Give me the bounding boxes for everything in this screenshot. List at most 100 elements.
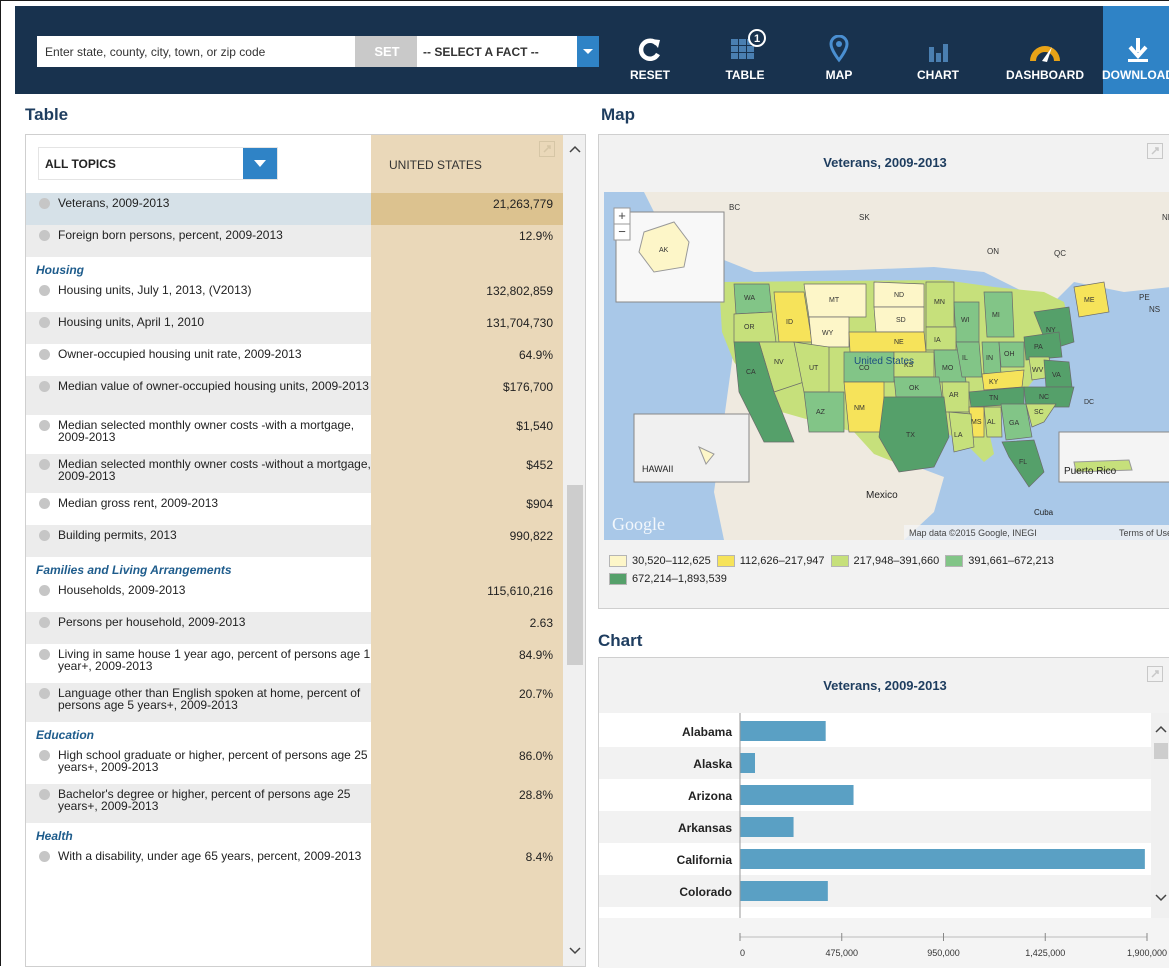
scrollbar-thumb[interactable] xyxy=(567,485,583,665)
info-icon[interactable] xyxy=(39,420,50,431)
info-icon[interactable] xyxy=(39,349,50,360)
map-label-nc: NC xyxy=(1039,394,1049,401)
table-row[interactable]: High school graduate or higher, percent … xyxy=(26,745,563,784)
table-row[interactable]: Veterans, 2009-2013 21,263,779 xyxy=(26,193,563,225)
table-row[interactable]: Median selected monthly owner costs -wit… xyxy=(26,415,563,454)
bar[interactable] xyxy=(740,849,1145,869)
terms-of-use-link[interactable]: Terms of Use xyxy=(1119,528,1169,538)
table-row[interactable]: Owner-occupied housing unit rate, 2009-2… xyxy=(26,344,563,376)
download-label: DOWNLOAD xyxy=(1102,68,1169,82)
choropleth-map[interactable]: WA MT ND MN OR ID SD WI MI WY NE IA NY M… xyxy=(604,192,1169,540)
info-icon[interactable] xyxy=(39,585,50,596)
chart-scrollbar-thumb[interactable] xyxy=(1154,743,1168,759)
info-icon[interactable] xyxy=(39,789,50,800)
expand-icon[interactable] xyxy=(1147,143,1163,159)
expand-icon[interactable] xyxy=(539,141,555,157)
row-value: 20.7% xyxy=(518,687,553,701)
set-button[interactable]: SET xyxy=(355,36,419,67)
fact-select-value: -- SELECT A FACT -- xyxy=(417,36,577,67)
map-label-ca: CA xyxy=(746,369,756,376)
info-icon[interactable] xyxy=(39,617,50,628)
group-heading: Housing xyxy=(36,263,84,277)
fact-select[interactable]: -- SELECT A FACT -- xyxy=(417,36,599,67)
row-value: 2.63 xyxy=(529,616,553,630)
chevron-down-icon[interactable] xyxy=(577,36,599,67)
map-label-ns: NS xyxy=(1149,305,1160,314)
expand-icon[interactable] xyxy=(1147,666,1163,682)
row-label-cell: Housing units, April 1, 2010 xyxy=(26,312,371,344)
info-icon[interactable] xyxy=(39,317,50,328)
scroll-up-icon[interactable] xyxy=(569,145,581,153)
chart-button[interactable]: CHART xyxy=(898,6,978,94)
table-button[interactable]: 1 TABLE xyxy=(705,6,785,94)
info-icon[interactable] xyxy=(39,649,50,660)
zoom-controls: + − xyxy=(613,207,631,241)
row-value: 12.9% xyxy=(518,229,553,243)
table-row[interactable]: Housing units, July 1, 2013, (V2013) 132,… xyxy=(26,280,563,312)
info-icon[interactable] xyxy=(39,750,50,761)
download-button[interactable]: DOWNLOAD xyxy=(1102,6,1169,94)
legend-item: 30,520–112,625 xyxy=(609,555,711,567)
row-label: Building permits, 2013 xyxy=(58,528,177,542)
table-row[interactable]: Housing units, April 1, 2010 131,704,730 xyxy=(26,312,563,344)
map-label-tn: TN xyxy=(989,395,998,402)
row-label-cell: Language other than English spoken at ho… xyxy=(26,683,371,722)
table-scrollbar[interactable] xyxy=(563,135,585,966)
info-icon[interactable] xyxy=(39,459,50,470)
bar-chart-canvas: Alabama Alaska Arizona Arkansas California Co… xyxy=(599,713,1169,968)
google-logo: Google xyxy=(612,514,665,534)
info-icon[interactable] xyxy=(39,381,50,392)
map-legend: 30,520–112,625 112,626–217,947 217,948–391… xyxy=(609,555,1169,591)
bar[interactable] xyxy=(740,785,854,805)
map-label-or: OR xyxy=(744,324,755,331)
info-icon[interactable] xyxy=(39,688,50,699)
info-icon[interactable] xyxy=(39,851,50,862)
map-label-ia: IA xyxy=(934,337,941,344)
info-icon[interactable] xyxy=(39,498,50,509)
chart-icon xyxy=(929,44,948,62)
dashboard-button[interactable]: DASHBOARD xyxy=(993,6,1097,94)
row-label-cell: Veterans, 2009-2013 xyxy=(26,193,371,225)
map-button[interactable]: MAP xyxy=(809,6,869,94)
table-row[interactable]: Persons per household, 2009-2013 2.63 xyxy=(26,612,563,644)
info-icon[interactable] xyxy=(39,530,50,541)
map-label-nv: NV xyxy=(774,359,784,366)
bar[interactable] xyxy=(740,721,826,741)
info-icon[interactable] xyxy=(39,230,50,241)
bar[interactable] xyxy=(740,881,828,901)
row-label: Median value of owner-occupied housing u… xyxy=(58,379,369,393)
table-row[interactable]: Median value of owner-occupied housing u… xyxy=(26,376,563,415)
info-icon[interactable] xyxy=(39,285,50,296)
table-row[interactable]: Median selected monthly owner costs -wit… xyxy=(26,454,563,493)
map-label-sc: SC xyxy=(1034,409,1044,416)
table-row[interactable]: Foreign born persons, percent, 2009-2013… xyxy=(26,225,563,257)
x-axis-area xyxy=(599,918,1169,968)
table-row[interactable]: With a disability, under age 65 years, p… xyxy=(26,846,563,885)
bar[interactable] xyxy=(740,817,794,837)
reset-button[interactable]: RESET xyxy=(620,6,680,94)
chart-label: CHART xyxy=(917,68,959,82)
search-input[interactable] xyxy=(37,36,355,67)
chevron-down-icon[interactable] xyxy=(243,148,277,179)
bar[interactable] xyxy=(740,753,755,773)
chart-row-band xyxy=(599,747,1151,779)
row-label: Housing units, April 1, 2010 xyxy=(58,315,205,329)
row-label-cell: Bachelor's degree or higher, percent of … xyxy=(26,784,371,823)
table-row[interactable]: Language other than English spoken at ho… xyxy=(26,683,563,722)
table-row[interactable]: Median gross rent, 2009-2013 $904 xyxy=(26,493,563,525)
category-label: Arizona xyxy=(688,789,732,803)
table-row[interactable]: Living in same house 1 year ago, percent… xyxy=(26,644,563,683)
table-row[interactable]: Households, 2009-2013 115,610,216 xyxy=(26,580,563,612)
map-label-sk: SK xyxy=(859,213,870,222)
map-section-title: Map xyxy=(601,105,635,124)
info-icon[interactable] xyxy=(39,198,50,209)
x-tick-label: 1,425,000 xyxy=(1025,948,1065,958)
table-row[interactable]: Building permits, 2013 990,822 xyxy=(26,525,563,557)
column-header-united-states[interactable]: UNITED STATES xyxy=(371,135,563,195)
topics-select[interactable]: ALL TOPICS xyxy=(38,147,278,180)
legend-swatch xyxy=(716,555,735,567)
row-label-cell: Median selected monthly owner costs -wit… xyxy=(26,454,371,493)
row-value: 84.9% xyxy=(518,648,553,662)
scroll-down-icon[interactable] xyxy=(569,947,581,955)
table-row[interactable]: Bachelor's degree or higher, percent of … xyxy=(26,784,563,823)
